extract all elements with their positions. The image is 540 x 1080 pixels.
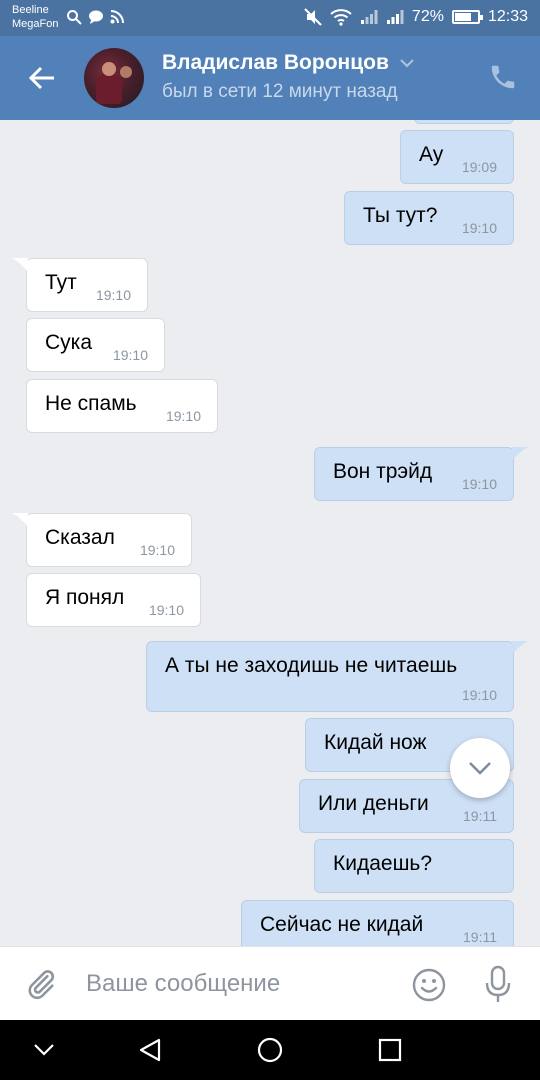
phone-icon: [491, 65, 515, 89]
message-text: А ты не заходишь не читаешь: [165, 654, 458, 677]
nav-hide-button[interactable]: [28, 1034, 60, 1066]
nav-recents-button[interactable]: [374, 1034, 406, 1066]
incoming-message[interactable]: Я понял 19:10: [26, 573, 201, 627]
call-button[interactable]: [488, 62, 518, 92]
system-navigation-bar: [0, 1020, 540, 1080]
battery-icon: [451, 10, 483, 24]
carrier-names: Beeline MegaFon: [12, 3, 58, 31]
message-text: Ау: [419, 143, 444, 166]
chat-header: Владислав Воронцов был в сети 12 минут н…: [0, 36, 540, 120]
message-time: 19:10: [461, 687, 497, 703]
contact-name-button[interactable]: Владислав Воронцов: [162, 51, 415, 75]
notification-icons: [66, 9, 124, 25]
message-bubble-partial[interactable]: [414, 120, 514, 124]
scroll-to-bottom-button[interactable]: [450, 738, 510, 798]
chevron-down-icon: [34, 1044, 54, 1056]
carrier-2: MegaFon: [12, 18, 59, 30]
message-time: 19:10: [165, 408, 201, 424]
message-time: 19:10: [139, 542, 175, 558]
search-icon: [67, 10, 82, 25]
message-composer: [0, 946, 540, 1020]
rss-icon: [110, 10, 124, 24]
incoming-message[interactable]: Сука 19:10: [26, 318, 165, 372]
signal-icon-sim1: [360, 10, 378, 24]
incoming-message[interactable]: Сказал 19:10: [12, 513, 192, 567]
square-recents-icon: [378, 1038, 402, 1062]
back-button[interactable]: [24, 62, 60, 94]
message-time: 19:11: [463, 929, 497, 945]
message-time: 19:10: [461, 220, 497, 236]
message-text: Я понял: [45, 586, 125, 609]
emoji-button[interactable]: [412, 968, 446, 1002]
message-time: 19:10: [148, 602, 184, 618]
message-text: Вон трэйд: [333, 460, 433, 483]
voice-message-button[interactable]: [484, 965, 512, 1005]
status-right: 72% 12:33: [304, 8, 528, 26]
outgoing-message[interactable]: Сейчас не кидай 19:11: [241, 900, 514, 946]
message-list[interactable]: Ау 19:09 Ты тут? 19:10 Тут 19:10 Сука 19:10 Не с…: [0, 120, 540, 946]
arrow-left-icon: [28, 66, 54, 90]
attach-button[interactable]: [24, 967, 58, 1001]
battery-level: [454, 13, 471, 21]
message-time: 19:11: [463, 808, 497, 824]
incoming-message[interactable]: Не спамь 19:10: [26, 379, 218, 433]
message-text: Не спамь: [45, 392, 137, 415]
message-time: 19:10: [461, 476, 497, 492]
status-bar: Beeline MegaFon 72% 12:33: [0, 0, 540, 36]
bubble-tail: [512, 641, 528, 655]
signal-icon-sim2: [386, 10, 404, 24]
message-time: 19:10: [112, 347, 148, 363]
message-input[interactable]: [86, 965, 386, 1003]
chat-bubble-icon: [89, 10, 103, 24]
smiley-icon: [412, 968, 446, 1002]
clock: 12:33: [487, 8, 528, 25]
message-text: Ты тут?: [363, 204, 438, 227]
avatar[interactable]: [84, 48, 144, 108]
mute-icon: [304, 8, 322, 26]
chevron-down-icon: [469, 762, 491, 775]
message-text: Тут: [45, 271, 77, 294]
message-time: 19:10: [95, 287, 131, 303]
bubble-tail: [12, 513, 28, 527]
outgoing-message[interactable]: А ты не заходишь не читаешь 19:10: [146, 641, 528, 712]
carrier-1: Beeline: [12, 4, 49, 16]
incoming-message[interactable]: Тут 19:10: [12, 258, 148, 312]
message-text: Кидаешь?: [333, 852, 433, 875]
outgoing-message[interactable]: Ты тут? 19:10: [344, 191, 514, 245]
paperclip-icon: [28, 970, 55, 1000]
message-text: Кидай нож: [324, 731, 427, 754]
outgoing-message[interactable]: Вон трэйд 19:10: [314, 447, 528, 501]
outgoing-message[interactable]: Кидаешь?: [314, 839, 514, 893]
message-time: 19:09: [461, 159, 497, 175]
triangle-back-icon: [139, 1038, 161, 1062]
circle-home-icon: [257, 1037, 283, 1063]
message-text: Сука: [45, 331, 92, 354]
contact-name: Владислав Воронцов: [162, 51, 389, 74]
nav-back-button[interactable]: [134, 1034, 166, 1066]
bubble-tail: [512, 447, 528, 461]
battery-percent: 72%: [411, 8, 444, 25]
message-text: Сейчас не кидай: [260, 913, 424, 936]
chevron-down-icon: [400, 59, 414, 68]
nav-home-button[interactable]: [254, 1034, 286, 1066]
message-text: Сказал: [45, 526, 115, 549]
message-text: Или деньги: [318, 792, 429, 815]
microphone-icon: [485, 965, 511, 1002]
bubble-tail: [12, 258, 28, 272]
wifi-icon: [330, 9, 352, 26]
contact-status: был в сети 12 минут назад: [162, 81, 398, 102]
outgoing-message[interactable]: Ау 19:09: [400, 130, 514, 184]
